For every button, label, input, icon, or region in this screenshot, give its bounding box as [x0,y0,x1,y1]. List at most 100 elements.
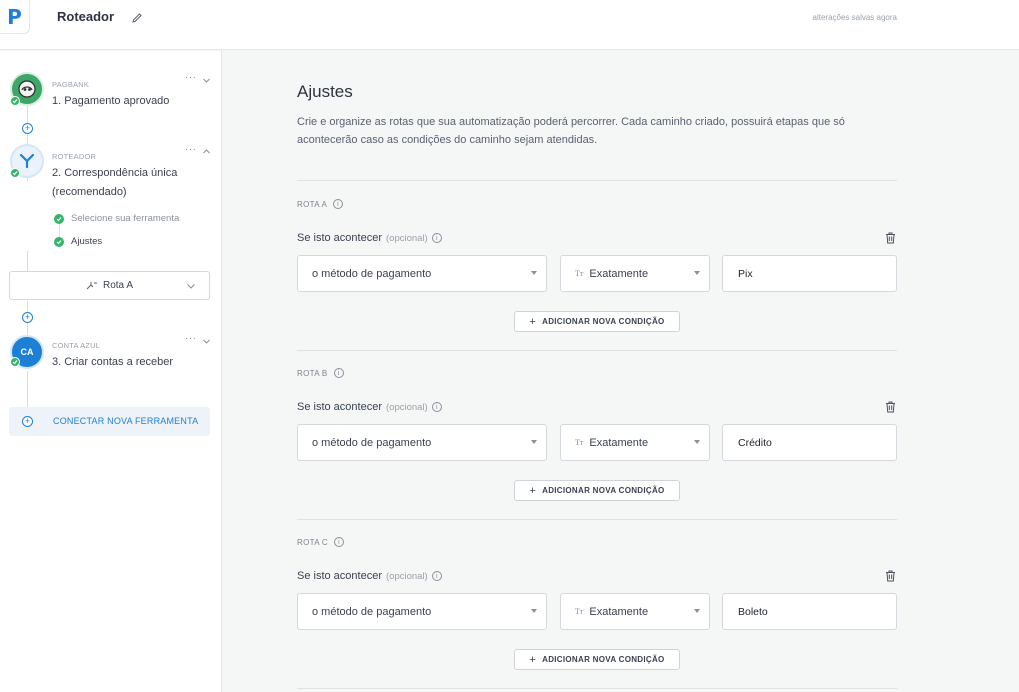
condition-field-select[interactable]: o método de pagamento [297,424,547,461]
caret-down-icon [694,271,700,275]
chevron-up-icon[interactable] [202,147,211,156]
route-b-label: ROTA B i [297,368,344,378]
operator-value: Exatamente [589,436,649,449]
route-label-text: ROTA B [297,368,328,378]
condition-label-text: Se isto acontecer [297,570,382,582]
add-step-plus-icon[interactable]: + [22,123,33,134]
text-type-icon: Tт [575,269,584,278]
logo-letter: P [7,4,22,29]
step-app-name: PAGBANK [52,80,90,89]
check-icon [10,168,20,178]
field-value: o método de pagamento [312,605,432,618]
check-icon [54,237,64,247]
check-icon [10,357,20,367]
section-divider [297,519,897,520]
step-title[interactable]: 3. Criar contas a receber [52,353,173,372]
trash-icon[interactable] [885,570,896,582]
text-type-icon: Tт [575,607,584,616]
condition-value-input[interactable]: Crédito [722,424,897,461]
chevron-down-icon[interactable] [202,76,211,85]
connector-line [27,251,28,271]
add-condition-button[interactable]: + ADICIONAR NOVA CONDIÇÃO [514,480,680,501]
step-title[interactable]: 2. Correspondência única [52,164,177,183]
conta-azul-icon-text: CA [20,347,34,357]
connect-tool-label: CONECTAR NOVA FERRAMENTA [53,416,199,426]
text-type-icon: Tт [575,438,584,447]
chevron-down-icon[interactable] [202,337,211,346]
info-icon[interactable]: i [431,402,442,412]
plus-icon: + [529,484,537,497]
step-title-suffix: (recomendado) [52,186,127,198]
caret-down-icon [531,440,537,444]
plus-icon: + [529,653,537,666]
optional-tag: (opcional) [386,570,428,582]
route-label-text: ROTA A [297,199,328,209]
check-icon [54,214,64,224]
caret-down-icon [694,440,700,444]
save-status: alterações salvas agora [812,13,898,22]
caret-down-icon [694,609,700,613]
condition-field-select[interactable]: o método de pagamento [297,593,547,630]
add-condition-button[interactable]: + ADICIONAR NOVA CONDIÇÃO [514,311,680,332]
operator-value: Exatamente [589,605,649,618]
step-app-name: CONTA AZUL [52,341,101,350]
operator-select[interactable]: Tт Exatamente [560,593,710,630]
condition-label-text: Se isto acontecer [297,232,382,244]
substep-settings[interactable]: Ajustes [71,236,102,247]
section-divider [297,350,897,351]
condition-field-select[interactable]: o método de pagamento [297,255,547,292]
condition-label: Se isto acontecer (opcional) i [297,570,442,582]
add-condition-label: ADICIONAR NOVA CONDIÇÃO [542,655,665,664]
add-condition-button[interactable]: + ADICIONAR NOVA CONDIÇÃO [514,649,680,670]
check-icon [10,96,20,106]
info-icon[interactable]: i [431,571,442,581]
optional-tag: (opcional) [386,232,428,244]
connect-tool-button[interactable]: + CONECTAR NOVA FERRAMENTA [9,407,210,436]
condition-label: Se isto acontecer (opcional) i [297,401,442,413]
workflow-sidebar: PAGBANK 1. Pagamento aprovado ··· + ROTE… [0,51,222,692]
pencil-icon[interactable] [131,12,143,24]
app-logo[interactable]: P [0,0,30,34]
step-menu-icon[interactable]: ··· [185,144,197,155]
plus-icon: + [22,416,33,427]
chevron-down-icon [187,284,195,289]
add-condition-label: ADICIONAR NOVA CONDIÇÃO [542,317,665,326]
input-value: Boleto [738,605,768,618]
trash-icon[interactable] [885,232,896,244]
condition-value-input[interactable]: Pix [722,255,897,292]
route-selector-label: Rota A [102,280,134,291]
substep-select-tool[interactable]: Selecione sua ferramenta [71,213,179,224]
info-icon[interactable]: i [431,233,442,243]
trash-icon[interactable] [885,401,896,413]
info-icon[interactable]: i [333,368,344,378]
route-selector[interactable]: Rota A [9,271,210,300]
operator-select[interactable]: Tт Exatamente [560,424,710,461]
field-value: o método de pagamento [312,436,432,449]
condition-label-text: Se isto acontecer [297,401,382,413]
step-menu-icon[interactable]: ··· [185,333,197,344]
optional-tag: (opcional) [386,401,428,413]
step-title[interactable]: 1. Pagamento aprovado [52,92,169,111]
input-value: Pix [738,267,753,280]
info-icon[interactable]: i [334,537,344,547]
page-title: Ajustes [297,82,353,101]
workflow-title[interactable]: Roteador [57,9,114,24]
caret-down-icon [531,609,537,613]
operator-value: Exatamente [589,267,649,280]
section-divider [297,180,897,181]
route-icon [86,281,97,289]
condition-value-input[interactable]: Boleto [722,593,897,630]
add-step-plus-icon[interactable]: + [22,312,33,323]
route-label-text: ROTA C [297,537,328,547]
condition-label: Se isto acontecer (opcional) i [297,232,442,244]
info-icon[interactable]: i [333,199,344,209]
plus-icon: + [529,315,537,328]
operator-select[interactable]: Tт Exatamente [560,255,710,292]
top-header: P Roteador alterações salvas agora [0,0,1019,50]
route-a-label: ROTA A i [297,199,344,209]
step-menu-icon[interactable]: ··· [185,72,197,83]
route-c-label: ROTA C i [297,537,344,547]
field-value: o método de pagamento [312,267,432,280]
page-description: Crie e organize as rotas que sua automat… [297,116,845,146]
caret-down-icon [531,271,537,275]
